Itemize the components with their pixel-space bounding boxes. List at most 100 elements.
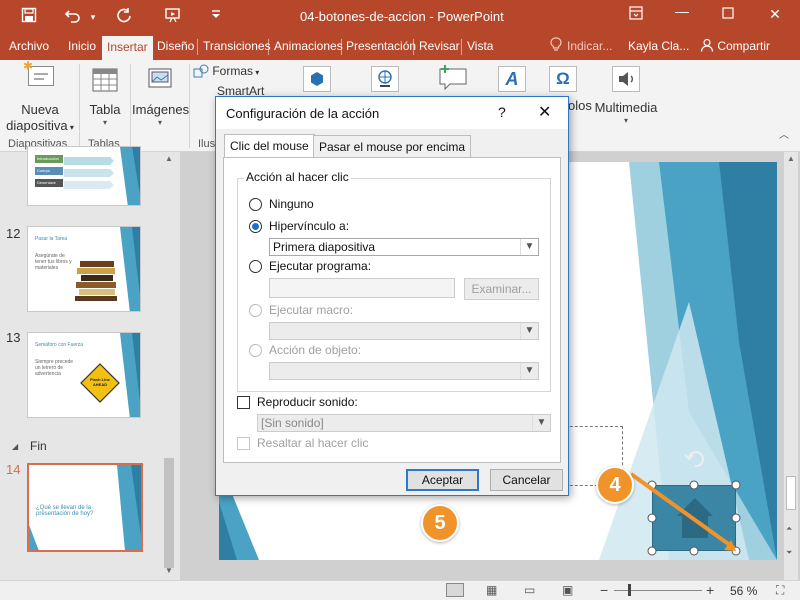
click-action-legend: Acción al hacer clic [244, 170, 351, 184]
next-slide-icon[interactable]: ⏷ [786, 548, 792, 558]
dialog-title-bar[interactable]: Configuración de la acción ? ✕ [216, 97, 568, 129]
table-button[interactable]: Tabla ▾ [82, 62, 128, 134]
undo-dropdown-icon[interactable]: ▾ [82, 7, 104, 27]
normal-view-icon[interactable] [446, 583, 464, 597]
object-action-select[interactable]: ▼ [269, 362, 539, 380]
play-sound-checkbox[interactable] [237, 396, 250, 409]
highlight-click-label: Resaltar al hacer clic [257, 436, 369, 450]
multimedia-label: Multimedia [594, 100, 658, 115]
play-sound-label[interactable]: Reproducir sonido: [257, 395, 358, 409]
slides-pane: Introducción Cuerpo Desenlace 12 Pasar l… [0, 146, 180, 580]
tab-transiciones[interactable]: Transiciones [203, 39, 271, 53]
speaker-icon [612, 66, 640, 92]
scrollbar-thumb[interactable] [786, 476, 796, 510]
zoom-in-button[interactable]: + [706, 582, 714, 598]
tab-presentacion[interactable]: Presentación [346, 39, 416, 53]
lightbulb-icon [550, 37, 562, 56]
tab-animaciones[interactable]: Animaciones [274, 39, 343, 53]
close-icon[interactable]: ✕ [760, 6, 790, 23]
reading-view-icon[interactable]: ▭ [524, 583, 535, 597]
minimize-icon[interactable]: — [667, 3, 697, 19]
tab-revisar[interactable]: Revisar [419, 39, 460, 53]
collapse-ribbon-icon[interactable]: ︿ [776, 126, 792, 141]
browse-button[interactable]: Examinar... [464, 278, 539, 300]
radio-hyperlink-label[interactable]: Hipervínculo a: [269, 219, 349, 233]
fit-to-window-icon[interactable]: ⛶ [776, 583, 784, 598]
radio-run-macro[interactable] [249, 304, 262, 317]
program-path-input[interactable] [269, 278, 455, 298]
slide-thumbnail-13[interactable]: Semáforo con Fuerza Siempre precede un l… [27, 332, 141, 418]
comment-button[interactable] [432, 64, 472, 94]
present-icon[interactable] [162, 7, 184, 29]
tab-separator [341, 39, 342, 55]
tab-insertar[interactable]: Insertar [102, 36, 153, 60]
ok-button[interactable]: Aceptar [406, 469, 479, 491]
step-callout-4: 4 [596, 466, 634, 504]
radio-none[interactable] [249, 198, 262, 211]
ribbon-tabs: Archivo Inicio Insertar Diseño Transicio… [0, 34, 800, 60]
tab-inicio[interactable]: Inicio [68, 39, 96, 53]
radio-object-action[interactable] [249, 344, 262, 357]
tab-vista[interactable]: Vista [467, 39, 493, 53]
slide-thumbnail-14[interactable]: ¿Qué se llevan de la presentación de hoy… [27, 463, 143, 552]
shapes-button[interactable]: Formas ▾ [193, 64, 269, 82]
new-slide-button[interactable]: ✱ Nueva diapositiva ▾ [4, 60, 76, 134]
radio-run-program-label[interactable]: Ejecutar programa: [269, 259, 371, 273]
section-collapse-icon[interactable]: ◢ [12, 442, 18, 451]
close-dialog-button[interactable]: ✕ [538, 102, 551, 122]
text-button[interactable]: A [495, 66, 529, 94]
zoom-slider-thumb[interactable] [628, 584, 631, 596]
tab-mouse-click[interactable]: Clic del mouse [224, 134, 315, 158]
user-name[interactable]: Kayla Cla... [628, 39, 689, 53]
sound-select[interactable]: [Sin sonido] ▼ [257, 414, 551, 432]
tell-me-box[interactable]: Indicar... [567, 39, 612, 53]
slide-thumbnail-11[interactable]: Introducción Cuerpo Desenlace [27, 146, 141, 206]
zoom-level[interactable]: 56 % [730, 584, 757, 598]
scroll-up-icon[interactable]: ▲ [165, 154, 173, 163]
chevron-down-icon: ▼ [520, 363, 538, 379]
tab-archivo[interactable]: Archivo [9, 39, 49, 53]
symbols-button[interactable]: Ω [546, 66, 580, 94]
tab-panel: Acción al hacer clic Ninguno Hipervíncul… [223, 157, 561, 463]
redo-icon[interactable] [113, 7, 135, 29]
hyperlink-select[interactable]: Primera diapositiva ▼ [269, 238, 539, 256]
text-icon: A [498, 66, 526, 92]
save-icon[interactable] [18, 7, 40, 29]
chevron-down-icon: ▼ [520, 323, 538, 339]
section-name[interactable]: Fin [30, 439, 47, 453]
customize-quick-access-icon[interactable] [205, 7, 227, 27]
ribbon-display-icon[interactable] [621, 6, 651, 23]
undo-icon[interactable] [62, 7, 84, 29]
tab-mouse-over[interactable]: Pasar el mouse por encima [313, 135, 472, 157]
tab-diseno[interactable]: Diseño [157, 39, 194, 53]
images-button[interactable]: Imágenes ▾ [132, 62, 190, 134]
slideshow-view-icon[interactable]: ▣ [562, 583, 573, 597]
radio-none-label[interactable]: Ninguno [269, 197, 314, 211]
chevron-down-icon: ▼ [532, 415, 550, 431]
slide-thumbnail-12[interactable]: Pasar la Tarea Asegúrate de tener tus li… [27, 226, 141, 312]
cancel-button[interactable]: Cancelar [490, 469, 563, 491]
radio-hyperlink[interactable] [249, 220, 262, 233]
maximize-icon[interactable] [713, 6, 743, 22]
links-button[interactable] [368, 66, 402, 94]
add-ins-button[interactable] [300, 66, 334, 94]
editor-scrollbar[interactable]: ▲ ⏶ ⏷ [784, 152, 798, 580]
share-button[interactable]: Compartir [700, 38, 770, 53]
help-button[interactable]: ? [498, 104, 506, 120]
slide-sorter-icon[interactable]: ▦ [486, 583, 497, 597]
multimedia-button[interactable]: Multimedia ▾ [594, 62, 658, 134]
thumb-title: Pasar la Tarea [35, 236, 68, 242]
chevron-down-icon[interactable]: ▼ [520, 239, 538, 255]
images-label: Imágenes [132, 102, 190, 117]
scrollbar-thumb[interactable] [164, 458, 174, 568]
thumb-text: Siempre precede un letrero de advertenci… [35, 359, 74, 377]
macro-select[interactable]: ▼ [269, 322, 539, 340]
prev-slide-icon[interactable]: ⏶ [786, 524, 792, 534]
zoom-out-button[interactable]: − [600, 582, 608, 598]
radio-run-program[interactable] [249, 260, 262, 273]
highlight-click-checkbox[interactable] [237, 437, 250, 450]
status-bar: ▦ ▭ ▣ − + 56 % ⛶ [0, 580, 800, 600]
symbols-label-partial: olos [568, 98, 592, 113]
scroll-up-icon[interactable]: ▲ [787, 154, 795, 163]
symbols-icon: Ω [549, 66, 577, 92]
